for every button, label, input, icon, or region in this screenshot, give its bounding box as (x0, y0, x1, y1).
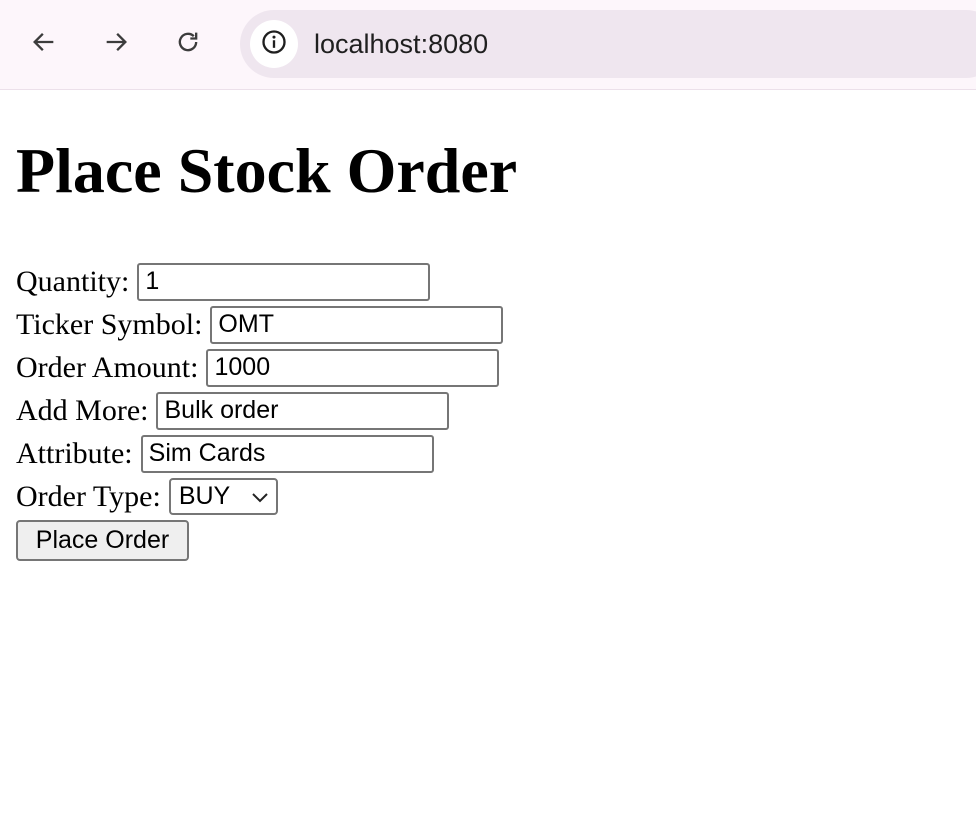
amount-label: Order Amount: (16, 350, 199, 384)
reload-button[interactable] (168, 24, 208, 64)
quantity-input[interactable] (137, 262, 431, 301)
attribute-label: Attribute: (16, 436, 133, 470)
quantity-row: Quantity: (16, 260, 960, 303)
arrow-left-icon (30, 28, 58, 61)
stock-order-form: Quantity: Ticker Symbol: Order Amount: A… (16, 260, 960, 561)
ticker-row: Ticker Symbol: (16, 303, 960, 346)
place-order-button[interactable]: Place Order (16, 520, 189, 561)
browser-toolbar: localhost:8080 (0, 0, 976, 90)
forward-button[interactable] (96, 24, 136, 64)
chevron-down-icon (250, 482, 270, 511)
attribute-row: Attribute: (16, 432, 960, 475)
attribute-input[interactable] (140, 434, 434, 473)
quantity-label: Quantity: (16, 264, 130, 298)
order-type-row: Order Type: BUY (16, 475, 960, 518)
back-button[interactable] (24, 24, 64, 64)
arrow-right-icon (102, 28, 130, 61)
ticker-label: Ticker Symbol: (16, 307, 203, 341)
reload-icon (174, 28, 202, 61)
add-more-row: Add More: (16, 389, 960, 432)
info-icon (260, 28, 288, 61)
page-content: Place Stock Order Quantity: Ticker Symbo… (0, 90, 976, 561)
url-text: localhost:8080 (314, 29, 489, 59)
order-type-label: Order Type: (16, 479, 161, 513)
address-bar[interactable]: localhost:8080 (240, 10, 976, 78)
order-type-select[interactable]: BUY (168, 478, 278, 515)
amount-row: Order Amount: (16, 346, 960, 389)
ticker-input[interactable] (210, 305, 504, 344)
page-title: Place Stock Order (16, 135, 518, 206)
order-type-value: BUY (178, 482, 231, 510)
add-more-label: Add More: (16, 393, 149, 427)
add-more-input[interactable] (156, 391, 450, 430)
site-info-button[interactable] (250, 20, 298, 68)
amount-input[interactable] (206, 348, 500, 387)
